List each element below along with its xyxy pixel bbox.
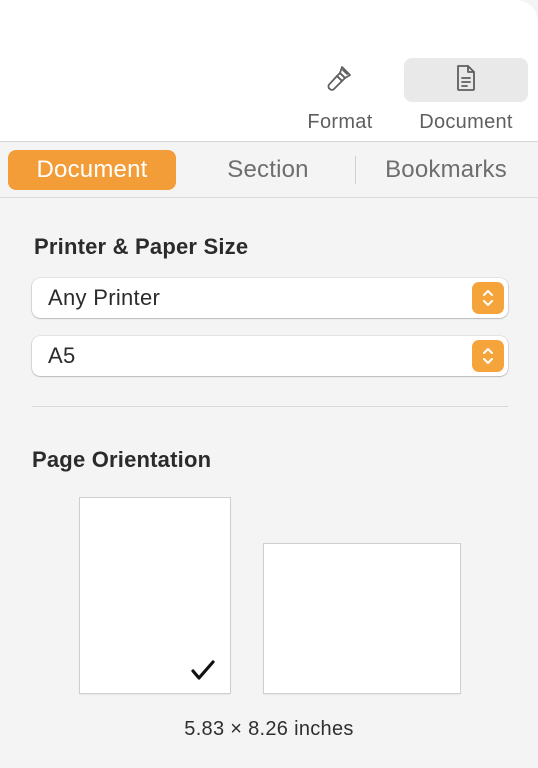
paper-size-select[interactable]: A5 bbox=[32, 336, 508, 376]
tab-document[interactable]: Document bbox=[8, 150, 176, 190]
page-orientation-heading: Page Orientation bbox=[32, 447, 212, 472]
tab-divider bbox=[355, 156, 356, 184]
document-label: Document bbox=[419, 111, 513, 133]
format-button[interactable]: Format bbox=[278, 58, 402, 144]
checkmark-icon bbox=[190, 659, 216, 681]
format-icon-box bbox=[278, 58, 402, 102]
document-icon bbox=[454, 64, 478, 97]
format-label: Format bbox=[307, 111, 373, 133]
page-dimensions: 5.83 × 8.26 inches bbox=[184, 718, 354, 740]
inspector-tabs: Document Section Bookmarks bbox=[0, 142, 538, 198]
inspector-toolbar: Format Document bbox=[0, 0, 538, 142]
paintbrush-icon bbox=[325, 63, 355, 98]
printer-select-value: Any Printer bbox=[48, 285, 161, 310]
portrait-orientation-option[interactable] bbox=[80, 498, 230, 693]
printer-paper-heading: Printer & Paper Size bbox=[34, 234, 249, 259]
tab-bookmarks[interactable]: Bookmarks bbox=[364, 150, 528, 190]
section-separator bbox=[32, 406, 508, 407]
document-button[interactable]: Document bbox=[404, 58, 528, 144]
printer-select[interactable]: Any Printer bbox=[32, 278, 508, 318]
chevron-up-down-icon bbox=[472, 282, 504, 314]
chevron-up-down-icon bbox=[472, 340, 504, 372]
document-inspector-panel: Format Document Document Section Bookmar… bbox=[0, 0, 538, 768]
document-icon-box bbox=[404, 58, 528, 102]
tab-section[interactable]: Section bbox=[196, 150, 340, 190]
landscape-orientation-option[interactable] bbox=[264, 544, 460, 693]
paper-size-select-value: A5 bbox=[48, 343, 76, 368]
